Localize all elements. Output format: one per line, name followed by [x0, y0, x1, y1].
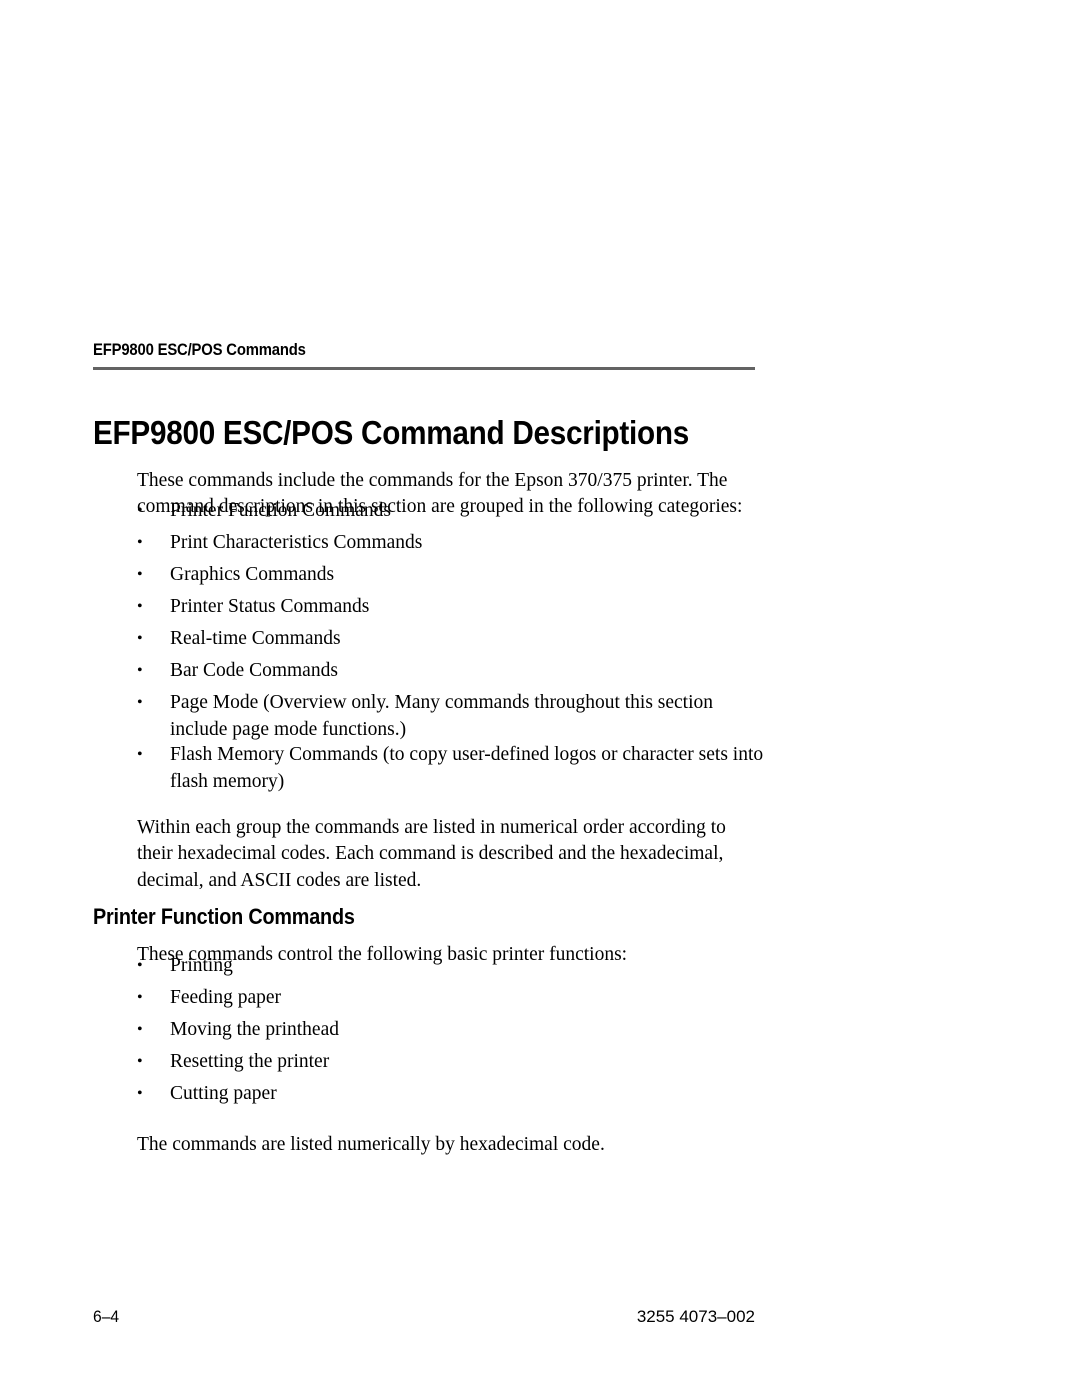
list-item-label: Printer Function Commands [170, 500, 391, 521]
bullet-icon: • [137, 957, 143, 974]
list-item-label: Resetting the printer [170, 1051, 330, 1072]
running-head: EFP9800 ESC/POS Commands [93, 341, 306, 359]
list-item: • Real-time Commands [137, 626, 767, 653]
list-item: • Moving the printhead [137, 1017, 767, 1044]
list-item: • Graphics Commands [137, 562, 767, 589]
list-item-label: Real-time Commands [170, 628, 341, 649]
footer-document-number: 3255 4073–002 [636, 1307, 755, 1326]
header-rule [93, 367, 755, 370]
list-item-label: Printer Status Commands [170, 596, 370, 617]
list-item-label: Page Mode (Overview only. Many commands … [170, 692, 714, 740]
list-item: • Cutting paper [137, 1081, 767, 1108]
list-item-label: Graphics Commands [170, 564, 335, 585]
list-item: • Resetting the printer [137, 1049, 767, 1076]
list-item: • Printer Function Commands [137, 498, 767, 525]
list-item: • Page Mode (Overview only. Many command… [137, 690, 732, 743]
list-item: • Print Characteristics Commands [137, 530, 767, 557]
ordering-paragraph: Within each group the commands are liste… [137, 816, 726, 891]
bullet-icon: • [137, 598, 143, 615]
bullet-icon: • [137, 1021, 143, 1038]
section-heading: Printer Function Commands [93, 904, 355, 930]
bullet-icon: • [137, 694, 143, 711]
bullet-icon: • [137, 502, 143, 519]
bullet-icon: • [137, 1085, 143, 1102]
document-page: EFP9800 ESC/POS Commands EFP9800 ESC/POS… [0, 0, 1080, 1397]
list-item: • Printing [137, 953, 767, 980]
bullet-icon: • [137, 630, 143, 647]
bullet-icon: • [137, 746, 143, 763]
list-item-label: Bar Code Commands [170, 660, 338, 681]
list-item: • Bar Code Commands [137, 658, 767, 685]
list-item-label: Moving the printhead [170, 1019, 339, 1040]
list-item: • Flash Memory Commands (to copy user-de… [137, 742, 772, 795]
page-title: EFP9800 ESC/POS Command Descriptions [93, 414, 690, 452]
bullet-icon: • [137, 534, 143, 551]
bullet-icon: • [137, 662, 143, 679]
list-item: • Feeding paper [137, 985, 767, 1012]
list-item: • Printer Status Commands [137, 594, 767, 621]
list-item-label: Feeding paper [170, 987, 282, 1008]
bullet-icon: • [137, 1053, 143, 1070]
list-item-label: Print Characteristics Commands [170, 532, 423, 553]
list-item-label: Cutting paper [170, 1083, 277, 1104]
list-item-label: Printing [170, 955, 233, 976]
section-closing-paragraph: The commands are listed numerically by h… [137, 1133, 605, 1155]
bullet-icon: • [137, 566, 143, 583]
list-item-label: Flash Memory Commands (to copy user-defi… [170, 744, 764, 792]
bullet-icon: • [137, 989, 143, 1006]
